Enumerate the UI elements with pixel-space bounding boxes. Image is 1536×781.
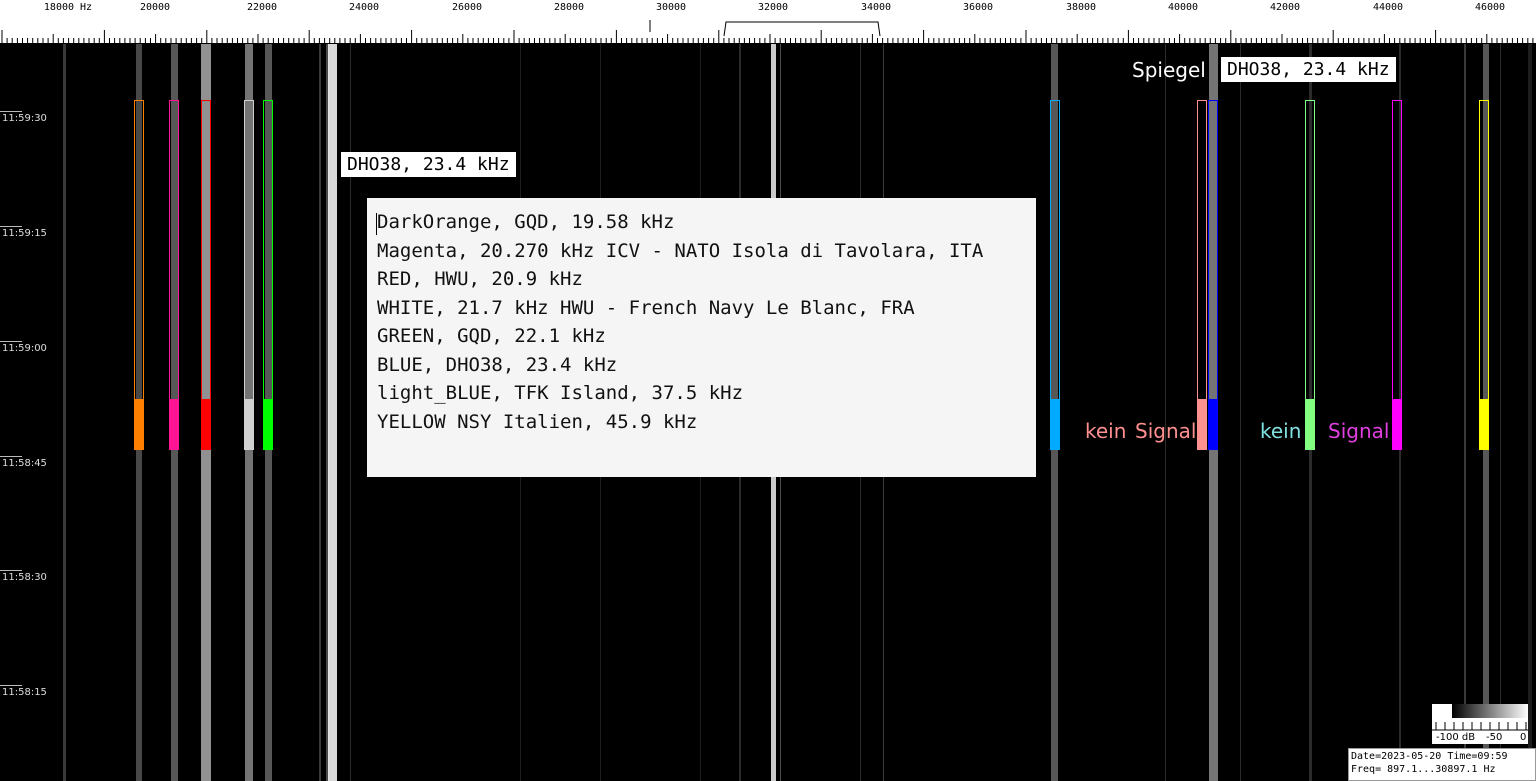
- note-line: Magenta, 20.270 kHz ICV - NATO Isola di …: [377, 239, 984, 262]
- status-date-time: Date=2023-05-20 Time=09:59: [1351, 751, 1508, 762]
- time-tick: [0, 570, 22, 571]
- signal-trace: [1239, 44, 1241, 781]
- marker-fill: [244, 400, 254, 450]
- time-tick: [0, 226, 22, 227]
- note-line: WHITE, 21.7 kHz HWU - French Navy Le Bla…: [377, 296, 915, 319]
- marker-outline: [1392, 100, 1402, 400]
- marker-violet[interactable]: [1392, 100, 1402, 450]
- freq-label-40000: 40000: [1167, 2, 1199, 13]
- dho38-label-left: DHO38, 23.4 kHz: [341, 152, 516, 177]
- time-label: 11:59:15: [2, 228, 47, 239]
- freq-label-18000: 18000 Hz: [43, 2, 93, 13]
- note-line: BLUE, DHO38, 23.4 kHz: [377, 353, 618, 376]
- marker-blue[interactable]: [1208, 100, 1218, 450]
- time-tick: [0, 111, 22, 112]
- spiegel-label: Spiegel: [1132, 58, 1206, 82]
- marker-outline: [201, 100, 211, 400]
- freq-label-44000: 44000: [1372, 2, 1404, 13]
- note-line: YELLOW NSY Italien, 45.9 kHz: [377, 410, 698, 433]
- time-tick: [0, 341, 22, 342]
- db-label-max: 0: [1520, 732, 1527, 743]
- freq-label-36000: 36000: [962, 2, 994, 13]
- marker-outline: [263, 100, 273, 400]
- marker-fill: [1208, 400, 1218, 450]
- marker-outline: [1305, 100, 1315, 400]
- marker-fill: [1197, 400, 1207, 450]
- time-label: 11:58:15: [2, 687, 47, 698]
- freq-label-30000: 30000: [655, 2, 687, 13]
- status-box: Date=2023-05-20 Time=09:59 Freq= 897.1..…: [1348, 748, 1536, 781]
- marker-fill: [169, 400, 179, 450]
- time-label: 11:59:00: [2, 343, 47, 354]
- marker-outline: [1050, 100, 1060, 400]
- freq-label-20000: 20000: [139, 2, 171, 13]
- signal-trace: [1528, 44, 1532, 781]
- marker-fill: [134, 400, 144, 450]
- signal-trace: [327, 44, 337, 781]
- time-tick: [0, 456, 22, 457]
- freq-label-26000: 26000: [451, 2, 483, 13]
- marker-outline: [134, 100, 144, 400]
- signal-trace: [1164, 44, 1166, 781]
- freq-label-46000: 46000: [1474, 2, 1506, 13]
- note-line: light_BLUE, TFK Island, 37.5 kHz: [377, 382, 744, 404]
- signal-trace: [319, 44, 321, 781]
- db-gradient-bar: [1452, 704, 1528, 718]
- signal-trace: [62, 44, 66, 781]
- note-line: DarkOrange, GQD, 19.58 kHz: [377, 211, 675, 233]
- frequency-ruler[interactable]: 18000 Hz 20000 22000 24000 26000 28000 3…: [0, 0, 1536, 44]
- status-frequency-range: Freq= 897.1...30897.1 Hz: [1351, 764, 1496, 775]
- db-label-mid: -50: [1486, 732, 1503, 743]
- signal-label-1: Signal: [1135, 419, 1197, 443]
- time-label: 11:59:30: [2, 113, 47, 124]
- freq-label-28000: 28000: [553, 2, 585, 13]
- notes-textbox[interactable]: DarkOrange, GQD, 19.58 kHz Magenta, 20.2…: [367, 198, 1036, 477]
- marker-magenta[interactable]: [169, 100, 179, 450]
- freq-label-22000: 22000: [246, 2, 278, 13]
- freq-label-34000: 34000: [860, 2, 892, 13]
- time-tick: [0, 685, 22, 686]
- signal-label-2: Signal: [1328, 419, 1390, 443]
- marker-fill: [201, 400, 211, 450]
- dho38-label-right: DHO38, 23.4 kHz: [1221, 57, 1396, 82]
- signal-trace: [1464, 44, 1466, 781]
- db-label-min: -100 dB: [1436, 732, 1476, 743]
- marker-fill: [1392, 400, 1402, 450]
- marker-fill: [1050, 400, 1060, 450]
- time-label: 11:58:30: [2, 572, 47, 583]
- text-caret: [376, 213, 377, 235]
- marker-fill: [263, 400, 273, 450]
- marker-fill: [1479, 400, 1489, 450]
- marker-darkorange[interactable]: [134, 100, 144, 450]
- kein-label-1: kein: [1085, 419, 1127, 443]
- freq-label-32000: 32000: [757, 2, 789, 13]
- freq-label-42000: 42000: [1269, 2, 1301, 13]
- marker-light-blue[interactable]: [1050, 100, 1060, 450]
- marker-red[interactable]: [201, 100, 211, 450]
- note-line: RED, HWU, 20.9 kHz: [377, 268, 583, 290]
- marker-salmon[interactable]: [1197, 100, 1207, 450]
- signal-trace: [1499, 44, 1501, 781]
- freq-label-38000: 38000: [1065, 2, 1097, 13]
- marker-outline: [244, 100, 254, 400]
- marker-outline: [1479, 100, 1489, 400]
- marker-yellow[interactable]: [1479, 100, 1489, 450]
- marker-green[interactable]: [263, 100, 273, 450]
- note-line: GREEN, GQD, 22.1 kHz: [377, 325, 606, 347]
- kein-label-2: kein: [1260, 419, 1302, 443]
- marker-light-green[interactable]: [1305, 100, 1315, 450]
- marker-fill: [1305, 400, 1315, 450]
- marker-outline: [1197, 100, 1207, 400]
- time-label: 11:58:45: [2, 458, 47, 469]
- freq-label-24000: 24000: [348, 2, 380, 13]
- marker-outline: [1208, 100, 1218, 400]
- marker-white[interactable]: [244, 100, 254, 450]
- marker-outline: [169, 100, 179, 400]
